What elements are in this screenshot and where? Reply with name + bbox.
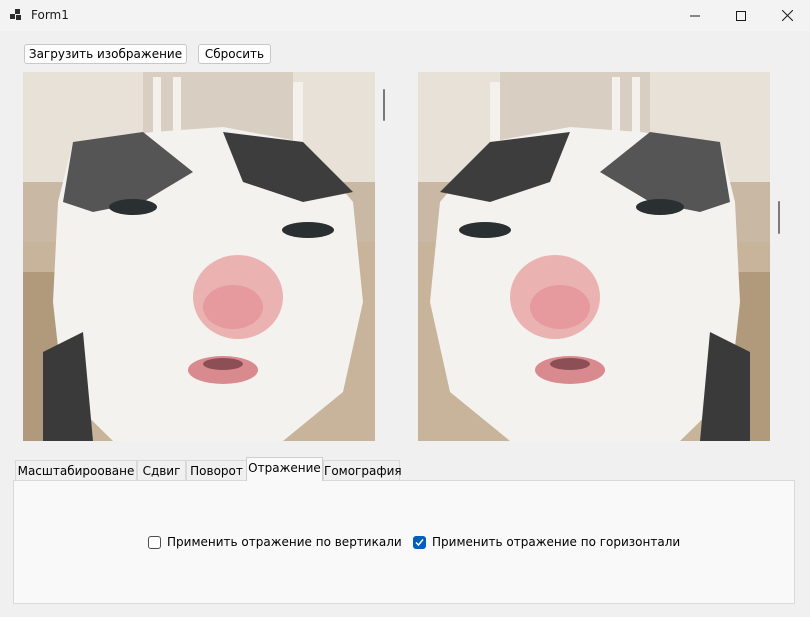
result-scrollbar[interactable] — [778, 201, 780, 234]
cat-photo — [23, 72, 375, 441]
horizontal-reflection-checkbox[interactable]: Применить отражение по горизонтали — [413, 535, 680, 549]
source-scrollbar[interactable] — [383, 89, 385, 121]
source-image — [23, 72, 375, 441]
maximize-button[interactable] — [718, 0, 764, 31]
reflection-panel: Применить отражение по вертикали Примени… — [13, 480, 795, 604]
vertical-checkbox-box[interactable] — [148, 535, 161, 549]
result-image — [418, 72, 770, 441]
window-title: Form1 — [31, 8, 69, 22]
app-icon — [10, 9, 22, 21]
cat-photo-mirrored — [418, 72, 770, 441]
maximize-icon — [736, 10, 746, 21]
checkmark-icon — [415, 538, 424, 546]
vertical-checkbox-label: Применить отражение по вертикали — [167, 535, 402, 549]
tab-homography[interactable]: Гомография — [323, 460, 402, 481]
close-icon — [781, 10, 793, 21]
tab-scaling[interactable]: Масштабирооване — [15, 460, 137, 481]
horizontal-checkbox-box[interactable] — [413, 535, 426, 549]
tab-shift[interactable]: Сдвиг — [137, 460, 186, 481]
title-bar[interactable]: Form1 — [0, 0, 810, 31]
tab-rotation[interactable]: Поворот — [186, 460, 247, 481]
horizontal-checkbox-label: Применить отражение по горизонтали — [432, 535, 681, 549]
minimize-button[interactable] — [672, 0, 718, 31]
load-image-button[interactable]: Загрузить изображение — [24, 44, 187, 64]
vertical-reflection-checkbox[interactable]: Применить отражение по вертикали — [148, 535, 402, 549]
close-button[interactable] — [764, 0, 810, 31]
main-window: Form1 Загрузить изображение Сбросить Мас… — [0, 0, 810, 617]
reset-button[interactable]: Сбросить — [198, 44, 271, 64]
minimize-icon — [690, 15, 700, 16]
tab-reflection[interactable]: Отражение — [246, 457, 323, 481]
